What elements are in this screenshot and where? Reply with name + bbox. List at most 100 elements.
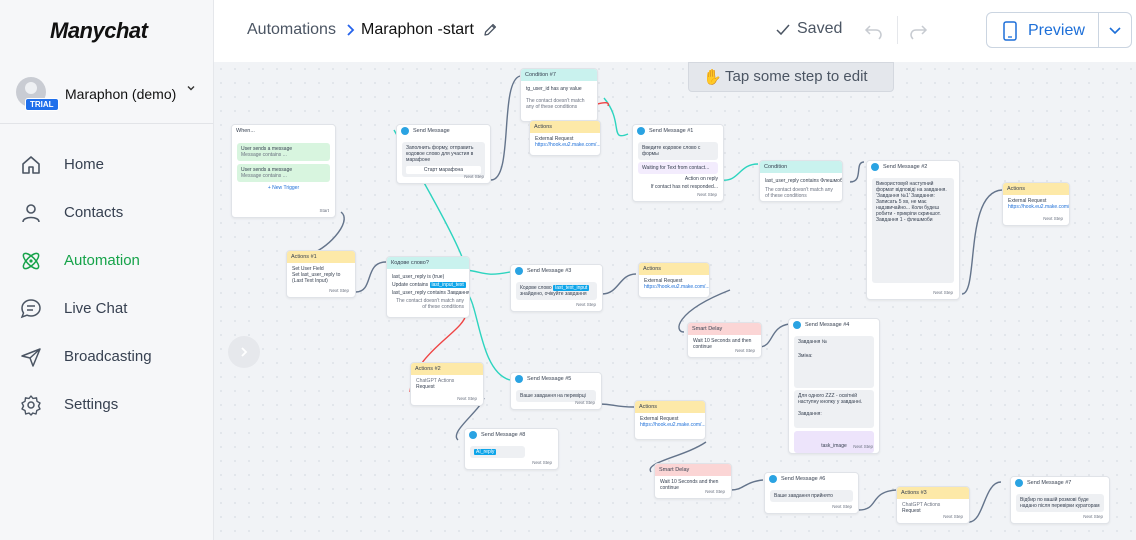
smart-delay-node[interactable]: Smart Delay Wait 10 Seconds and then con… [687,322,762,358]
next-step-label: Start [319,208,329,213]
user-icon [22,204,40,223]
preview-label: Preview [1028,22,1085,39]
action-detail: Request [416,384,435,390]
next-step-label: Next Step [1083,514,1103,519]
send-message-node[interactable]: Send Message #4 Завдання № Зміна: Для одн… [788,318,880,454]
node-title: Send Message #8 [481,432,526,438]
toolbar-divider [897,16,898,44]
node-title: Send Message [413,128,450,134]
variable-chip: AI_reply [474,449,497,455]
sidebar-item-label: Contacts [64,204,124,221]
next-step-label: Next Step [943,514,963,519]
send-message-node[interactable]: Send Message #8 AI_reply Next Step [464,428,559,470]
condition-rule: Update contains [392,282,429,288]
preview-button[interactable]: Preview [986,12,1132,48]
canvas-hint: ✋ Tap some step to edit [688,62,894,92]
send-message-node[interactable]: Send Message #5 Ваше завдання на перевір… [510,372,602,410]
condition-rule: tg_user_id has any value [526,86,582,92]
send-message-node[interactable]: Send Message #7 Відбир по вашій розмові … [1010,476,1110,524]
message-text: Для одного ZZZ - освітній наступну кнопк… [798,393,863,405]
chevron-down-icon [187,86,195,91]
check-icon [776,24,790,36]
hand-icon: ✋ [703,69,722,86]
telegram-icon [769,475,777,483]
actions-node[interactable]: Actions #1 Set User Field Set last_user_r… [286,250,356,298]
node-title: Smart Delay [655,464,731,476]
sidebar-item-automation[interactable]: Automation [0,241,213,281]
undo-icon[interactable] [864,22,884,40]
flow-canvas[interactable]: ✋ Tap some step to edit When... User sen… [214,62,1136,540]
add-trigger-link[interactable]: + New Trigger [237,185,330,191]
message-text: Використовуй наступний формат відповіді … [872,178,954,283]
actions-node[interactable]: Actions #2 ChatGPT Actions Request Next S… [410,362,484,406]
expand-sidebar-button[interactable] [228,336,260,368]
sidebar-item-live-chat[interactable]: Live Chat [0,289,213,329]
sidebar-item-contacts[interactable]: Contacts [0,193,213,233]
message-text: Заполнить форму, отправить кодовое слово… [406,145,474,163]
pencil-icon[interactable] [482,22,498,38]
breadcrumb-automations[interactable]: Automations [247,21,336,39]
sidebar-item-broadcasting[interactable]: Broadcasting [0,337,213,377]
sidebar-item-settings[interactable]: Settings [0,385,213,425]
hint-text: Tap some step to edit [725,68,868,85]
send-message-node[interactable]: Send Message #3 Кодове слово last_text_i… [510,264,603,312]
condition-node[interactable]: Condition #7 tg_user_id has any value The… [520,68,598,122]
condition-node[interactable]: Condition last_user_reply contains Флешм… [759,160,843,202]
next-step-label: Next Step [1043,216,1063,221]
message-text: Введите кодовое слово с формы [638,142,718,160]
actions-node[interactable]: Actions #3 ChatGPT Actions Request Next S… [896,486,970,524]
telegram-icon [401,127,409,135]
trigger-node[interactable]: When... User sends a message Message cont… [231,124,336,218]
node-title: Actions [635,401,705,413]
connector [601,273,637,295]
send-message-node[interactable]: Send Message Заполнить форму, отправить … [396,124,491,184]
trigger-detail: Message contains ... [241,152,287,158]
message-button[interactable]: Старт марафона [406,166,481,174]
actions-node[interactable]: Actions External Request https://hook.eu2… [638,262,710,298]
reply-option: Action on reply [684,176,718,182]
action-url: https://hook.eu2.make.com/... [644,284,710,290]
connector [758,323,790,348]
next-step-label: Next Step [705,489,725,494]
node-title: Send Message #6 [781,476,826,482]
condition-rule: last_user_reply contains Завдання [392,290,470,296]
connector [355,261,387,293]
sidebar-item-home[interactable]: Home [0,145,213,185]
redo-icon[interactable] [908,22,928,40]
next-step-label: Next Step [575,400,595,405]
sidebar-item-label: Broadcasting [64,348,152,365]
message-text: Відбир по вашій розмові буде надано післ… [1016,494,1104,512]
node-title: Send Message #7 [1027,480,1072,486]
condition-rule: last_user_reply is (true) [392,274,445,280]
atom-icon [22,252,40,270]
chevron-down-icon[interactable] [1107,22,1123,38]
smart-delay-node[interactable]: Smart Delay Wait 10 Seconds and then con… [654,463,732,499]
connector [465,269,511,275]
node-title: Send Message #5 [527,376,572,382]
node-title: Actions [530,121,600,133]
actions-node[interactable]: Actions External Request https://hook.eu2… [634,400,706,440]
node-title: When... [232,125,335,137]
actions-node[interactable]: Actions External Request https://hook.eu2… [1002,182,1070,226]
actions-node[interactable]: Actions External Request https://hook.eu2… [529,120,601,156]
trigger-detail: Message contains ... [241,173,287,179]
sidebar-item-label: Live Chat [64,300,128,317]
connector [490,75,521,181]
telegram-icon [871,163,879,171]
account-switcher[interactable]: TRIAL Maraphon (demo) [0,64,213,124]
condition-node[interactable]: Кодове слово? last_user_reply is (true) … [386,256,470,318]
next-step-label: Next Step [853,444,873,449]
node-title: Send Message #4 [805,322,850,328]
trial-badge: TRIAL [25,98,59,111]
send-message-node[interactable]: Send Message #2 Використовуй наступний ф… [866,160,960,300]
next-step-label: Next Step [329,288,349,293]
connector [961,189,1003,295]
chevron-right-icon [241,347,248,357]
send-message-node[interactable]: Send Message #6 Ваше завдання прийнято N… [764,472,859,514]
chevron-right-icon [347,24,355,36]
send-message-node[interactable]: Send Message #1 Введите кодовое слово с … [632,124,724,202]
logo: Manychat [50,18,148,43]
telegram-icon [1015,479,1023,487]
condition-rule: last_user_reply contains Флешмоб [765,178,843,184]
node-title: Condition #7 [521,69,597,81]
